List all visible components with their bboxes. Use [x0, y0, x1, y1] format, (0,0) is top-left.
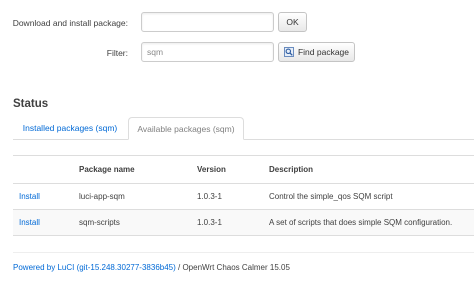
package-tabs: Installed packages (sqm) Available packa… — [13, 117, 474, 140]
action-cell: Install — [13, 183, 73, 210]
status-title: Status — [13, 98, 49, 110]
package-name-cell: sqm-scripts — [73, 209, 191, 236]
install-link[interactable]: Install — [19, 218, 40, 227]
find-icon — [283, 47, 294, 57]
filter-input[interactable] — [141, 42, 274, 62]
column-header-package-name: Package name — [73, 155, 191, 184]
filter-label: Filter: — [106, 48, 128, 58]
table-row: Install sqm-scripts 1.0.3-1 A set of scr… — [13, 209, 474, 236]
ok-button[interactable]: OK — [278, 12, 307, 32]
find-package-button[interactable]: Find package — [278, 42, 355, 62]
filter-row: Filter: Find package — [0, 42, 474, 64]
page: Download and install package: OK Filter:… — [0, 0, 474, 284]
download-row: Download and install package: OK — [0, 12, 474, 34]
download-input[interactable] — [141, 12, 274, 32]
column-header-version: Version — [191, 155, 263, 184]
package-name-cell: luci-app-sqm — [73, 183, 191, 210]
action-cell: Install — [13, 209, 73, 236]
download-label: Download and install package: — [12, 18, 128, 28]
tab-installed-packages[interactable]: Installed packages (sqm) — [13, 117, 127, 139]
find-package-label: Find package — [297, 47, 350, 57]
table-row: Install luci-app-sqm 1.0.3-1 Control the… — [13, 183, 474, 210]
firmware-version: OpenWrt Chaos Calmer 15.05 — [182, 263, 290, 272]
column-header-description: Description — [263, 155, 474, 184]
packages-table: Package name Version Description Install… — [13, 155, 474, 236]
column-header-action — [13, 155, 73, 184]
version-cell: 1.0.3-1 — [191, 209, 263, 236]
tab-available-packages[interactable]: Available packages (sqm) — [128, 117, 244, 140]
description-cell: A set of scripts that does simple SQM co… — [263, 209, 474, 236]
version-cell: 1.0.3-1 — [191, 183, 263, 210]
footer-divider — [13, 252, 474, 253]
footer: Powered by LuCI (git-15.248.30277-3836b4… — [13, 263, 290, 272]
powered-by-link[interactable]: Powered by LuCI (git-15.248.30277-3836b4… — [13, 263, 176, 272]
description-cell: Control the simple_qos SQM script — [263, 183, 474, 210]
table-header-row: Package name Version Description — [13, 155, 474, 184]
install-link[interactable]: Install — [19, 192, 40, 201]
